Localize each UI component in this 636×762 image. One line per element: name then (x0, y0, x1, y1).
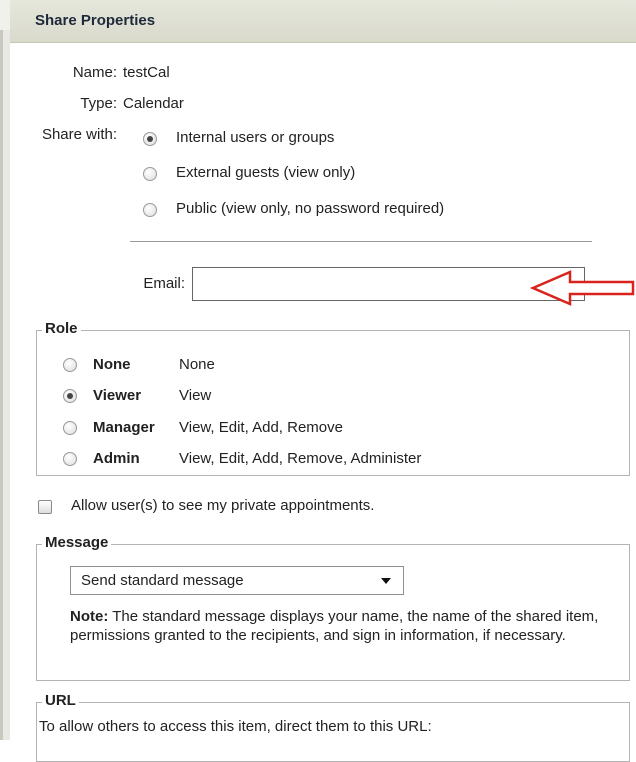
private-appointments-label: Allow user(s) to see my private appointm… (71, 497, 375, 514)
share-internal-radio[interactable] (143, 132, 157, 146)
private-appointments-checkbox[interactable] (38, 500, 52, 514)
share-internal-label: Internal users or groups (176, 129, 335, 146)
role-none-desc: None (179, 356, 215, 373)
share-with-label: Share with: (41, 126, 117, 143)
role-viewer-name: Viewer (93, 387, 142, 404)
role-manager-name: Manager (93, 419, 155, 436)
url-instructions: To allow others to access this item, dir… (39, 718, 432, 735)
name-label: Name: (72, 64, 117, 81)
role-admin-desc: View, Edit, Add, Remove, Administer (179, 450, 422, 467)
share-public-radio[interactable] (143, 203, 157, 217)
share-external-radio[interactable] (143, 167, 157, 181)
section-divider (130, 241, 592, 242)
email-input[interactable] (192, 267, 585, 301)
dialog-title: Share Properties (35, 12, 156, 29)
message-select-value: Send standard message (81, 572, 244, 589)
email-label: Email: (143, 275, 185, 292)
name-value: testCal (123, 64, 170, 81)
message-legend: Message (42, 534, 112, 551)
left-panel-border (0, 0, 10, 740)
share-public-label: Public (view only, no password required) (176, 200, 445, 217)
type-value: Calendar (123, 95, 184, 112)
role-manager-desc: View, Edit, Add, Remove (179, 419, 343, 436)
message-select[interactable]: Send standard message (70, 566, 404, 595)
share-external-label: External guests (view only) (176, 164, 356, 181)
dropdown-caret-icon (381, 578, 391, 584)
note-text: The standard message displays your name,… (70, 608, 599, 644)
role-viewer-radio[interactable] (63, 389, 77, 403)
dialog-header: Share Properties (10, 0, 636, 43)
type-label: Type: (80, 95, 117, 112)
note-label: Note: (70, 608, 109, 625)
message-note: Note: The standard message displays your… (70, 607, 630, 645)
role-manager-radio[interactable] (63, 421, 77, 435)
role-none-name: None (93, 356, 131, 373)
red-arrow-annotation-icon (530, 270, 635, 306)
url-legend: URL (42, 692, 79, 709)
role-viewer-desc: View (179, 387, 212, 404)
role-admin-radio[interactable] (63, 452, 77, 466)
role-admin-name: Admin (93, 450, 140, 467)
role-none-radio[interactable] (63, 358, 77, 372)
role-legend: Role (42, 320, 81, 337)
